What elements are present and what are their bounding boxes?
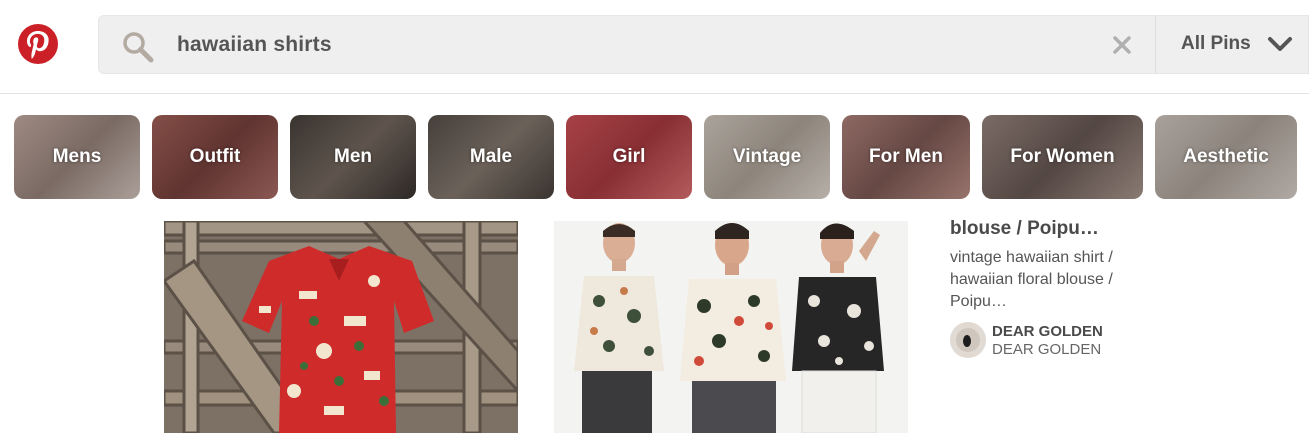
close-icon[interactable] xyxy=(1111,34,1133,56)
pin-image-red-shirt[interactable] xyxy=(164,221,518,433)
pinterest-logo-icon[interactable] xyxy=(17,23,59,65)
chevron-down-icon[interactable] xyxy=(1266,34,1294,54)
search-input[interactable]: hawaiian shirts xyxy=(177,33,332,57)
guide-aesthetic[interactable]: Aesthetic xyxy=(1155,115,1297,199)
pin-description: vintage hawaiian shirt / hawaiian floral… xyxy=(950,249,1113,310)
top-header: hawaiian shirts All Pins xyxy=(0,0,1309,94)
guide-men[interactable]: Men xyxy=(290,115,416,199)
guide-outfit[interactable]: Outfit xyxy=(152,115,278,199)
guide-for-women[interactable]: For Women xyxy=(982,115,1143,199)
pinner-name[interactable]: DEAR GOLDEN xyxy=(992,323,1103,340)
search-bar[interactable]: hawaiian shirts All Pins xyxy=(98,15,1309,74)
guide-for-men[interactable]: For Men xyxy=(842,115,970,199)
pin-image-1 xyxy=(164,221,518,433)
pin-image-2 xyxy=(554,221,908,433)
guide-vintage[interactable]: Vintage xyxy=(704,115,830,199)
pin-image-three-men[interactable] xyxy=(554,221,908,433)
guided-search-bar: Mens Outfit Men Male Girl Vintage For Me… xyxy=(14,115,1309,199)
pin-title[interactable]: blouse / Poipu… xyxy=(950,218,1099,240)
scope-dropdown-label[interactable]: All Pins xyxy=(1181,33,1251,55)
search-divider xyxy=(1155,16,1156,73)
guide-mens[interactable]: Mens xyxy=(14,115,140,199)
search-icon xyxy=(123,32,154,63)
avatar[interactable] xyxy=(950,322,986,358)
avatar-image xyxy=(950,322,986,358)
board-name[interactable]: DEAR GOLDEN xyxy=(992,341,1101,358)
guide-girl[interactable]: Girl xyxy=(566,115,692,199)
guide-male[interactable]: Male xyxy=(428,115,554,199)
